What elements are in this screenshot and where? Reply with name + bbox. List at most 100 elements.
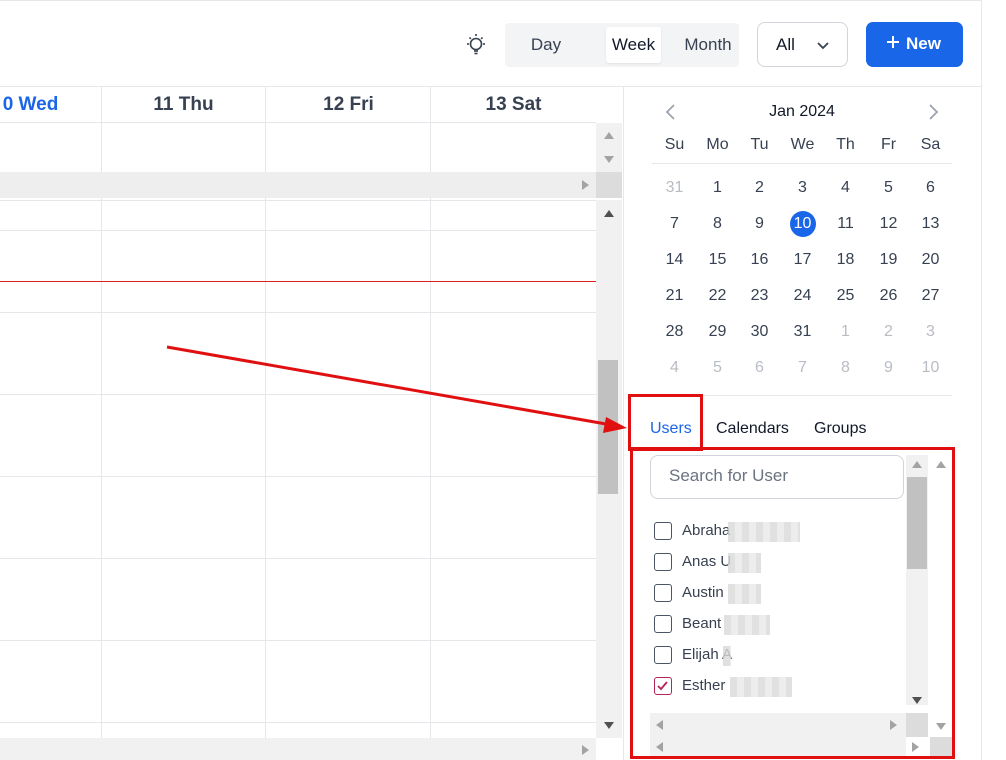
mini-calendar-day[interactable]: 28: [653, 318, 696, 346]
calendar-app: Day Week Month All New 0 Wed 11 Thu 12 F…: [0, 0, 1006, 760]
mini-calendar-day[interactable]: 31: [653, 174, 696, 202]
filter-select[interactable]: All: [757, 22, 848, 67]
day-number: 1: [841, 323, 850, 340]
mini-calendar-day[interactable]: 20: [909, 246, 952, 274]
weekday-label: Mo: [706, 136, 729, 153]
day-number: 7: [670, 215, 679, 232]
day-number: 4: [841, 179, 850, 196]
day-header-thu[interactable]: 11 Thu: [101, 87, 266, 123]
weekday-label: Su: [664, 136, 685, 153]
day-header-fri[interactable]: 12 Fri: [266, 87, 431, 123]
mini-calendar-day[interactable]: 26: [867, 282, 910, 310]
mini-calendar-day[interactable]: 12: [867, 210, 910, 238]
mini-calendar-day[interactable]: 6: [909, 174, 952, 202]
allday-horizontal-scrollbar[interactable]: [0, 172, 596, 198]
day-number: 18: [836, 251, 855, 268]
weekday-label: Th: [836, 136, 855, 153]
day-number: 11: [837, 215, 854, 232]
mini-calendar-day[interactable]: 9: [867, 354, 910, 382]
mini-calendar-today[interactable]: 10: [781, 210, 824, 238]
lightbulb-icon[interactable]: [463, 32, 489, 58]
timegrid-vertical-scrollbar[interactable]: [596, 200, 622, 738]
mini-calendar-day[interactable]: 7: [653, 210, 696, 238]
chevron-right-icon[interactable]: [926, 103, 940, 121]
day-number: 4: [670, 359, 679, 376]
day-number: 14: [665, 251, 684, 268]
day-number: 21: [665, 287, 684, 304]
day-number: 30: [750, 323, 769, 340]
mini-calendar-day[interactable]: 4: [824, 174, 867, 202]
day-number: 16: [750, 251, 769, 268]
mini-calendar-day[interactable]: 19: [867, 246, 910, 274]
mini-calendar-day[interactable]: 15: [696, 246, 739, 274]
mini-calendar-day[interactable]: 27: [909, 282, 952, 310]
day-number: 31: [793, 323, 812, 340]
mini-calendar-day[interactable]: 10: [909, 354, 952, 382]
mini-calendar-header: Jan 2024: [624, 101, 983, 125]
timegrid-horizontal-scrollbar[interactable]: [0, 738, 596, 760]
mini-calendar-day[interactable]: 1: [696, 174, 739, 202]
mini-calendar-day[interactable]: 4: [653, 354, 696, 382]
mini-calendar-day[interactable]: 9: [738, 210, 781, 238]
day-number: 9: [755, 215, 764, 232]
day-number: 10: [789, 211, 816, 237]
mini-calendar-day[interactable]: 11: [824, 210, 867, 238]
weekday-label: Tu: [750, 136, 769, 153]
annotation-highlight-user-list: [630, 447, 955, 759]
chevron-left-icon[interactable]: [664, 103, 678, 121]
mini-calendar-day[interactable]: 2: [738, 174, 781, 202]
chevron-down-icon: [817, 42, 829, 50]
timegrid-scroll-thumb[interactable]: [598, 360, 618, 494]
grid-row-line: [0, 722, 596, 723]
mini-calendar-day[interactable]: 16: [738, 246, 781, 274]
mini-calendar-day[interactable]: 14: [653, 246, 696, 274]
mini-calendar-day[interactable]: 18: [824, 246, 867, 274]
new-event-button[interactable]: New: [866, 22, 963, 67]
view-month-button[interactable]: Month: [677, 27, 739, 63]
view-day-button[interactable]: Day: [513, 27, 579, 63]
mini-calendar-day[interactable]: 30: [738, 318, 781, 346]
day-number: 2: [884, 323, 893, 340]
mini-calendar-day[interactable]: 23: [738, 282, 781, 310]
mini-calendar-day[interactable]: 24: [781, 282, 824, 310]
mini-calendar-day[interactable]: 6: [738, 354, 781, 382]
tab-groups[interactable]: Groups: [814, 420, 866, 438]
weekday-label: Fr: [880, 136, 897, 153]
day-number: 10: [921, 359, 940, 376]
mini-calendar-day[interactable]: 1: [824, 318, 867, 346]
day-number: 31: [665, 179, 684, 196]
tab-calendars[interactable]: Calendars: [716, 420, 789, 438]
view-week-button[interactable]: Week: [606, 27, 661, 63]
scrollbar-corner: [596, 172, 622, 198]
mini-calendar-day[interactable]: 17: [781, 246, 824, 274]
grid-row-line: [0, 476, 596, 477]
mini-calendar-day[interactable]: 25: [824, 282, 867, 310]
day-number: 3: [926, 323, 935, 340]
grid-row-line: [0, 200, 596, 201]
mini-calendar-day[interactable]: 2: [867, 318, 910, 346]
mini-calendar-day[interactable]: 21: [653, 282, 696, 310]
day-header-wed[interactable]: 0 Wed: [0, 87, 101, 123]
day-number: 9: [884, 359, 893, 376]
mini-calendar-day[interactable]: 8: [696, 210, 739, 238]
mini-calendar-day[interactable]: 5: [696, 354, 739, 382]
day-header-sat[interactable]: 13 Sat: [431, 87, 596, 123]
day-number: 28: [665, 323, 684, 340]
day-number: 20: [921, 251, 940, 268]
mini-calendar-day[interactable]: 13: [909, 210, 952, 238]
mini-calendar-day[interactable]: 31: [781, 318, 824, 346]
mini-calendar-day[interactable]: 8: [824, 354, 867, 382]
day-number: 24: [793, 287, 812, 304]
mini-calendar-day[interactable]: 5: [867, 174, 910, 202]
mini-calendar-day[interactable]: 3: [909, 318, 952, 346]
allday-vertical-scrollbar[interactable]: [596, 123, 622, 172]
filter-select-value: All: [776, 35, 795, 54]
mini-calendar-day[interactable]: 7: [781, 354, 824, 382]
mini-calendar-day[interactable]: 22: [696, 282, 739, 310]
day-number: 25: [836, 287, 855, 304]
toolbar: Day Week Month All New: [0, 1, 982, 87]
mini-calendar-day[interactable]: 29: [696, 318, 739, 346]
day-number: 8: [713, 215, 722, 232]
day-number: 8: [841, 359, 850, 376]
mini-calendar-day[interactable]: 3: [781, 174, 824, 202]
